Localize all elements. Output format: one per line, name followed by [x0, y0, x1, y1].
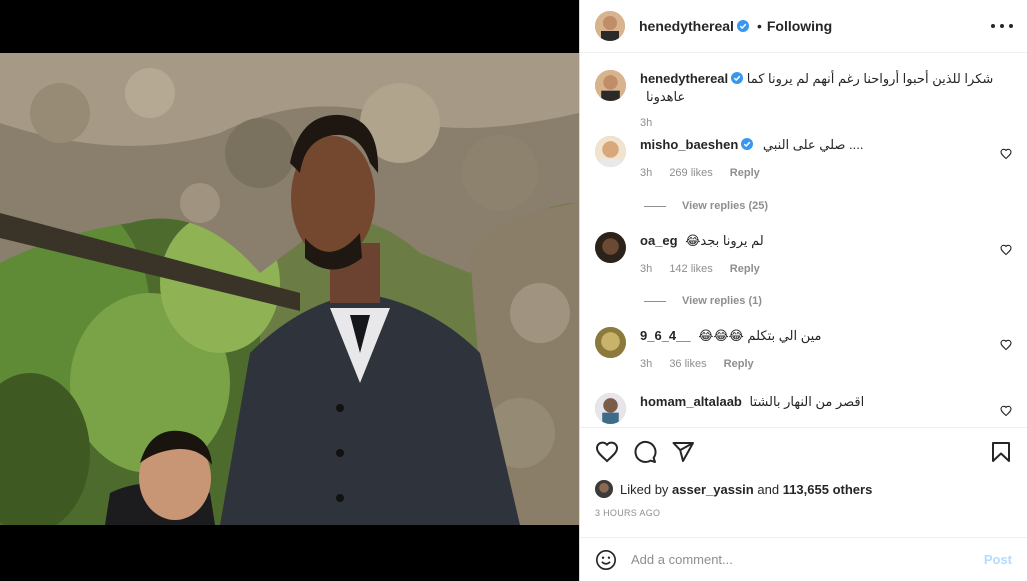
view-replies-label: View replies (25) [682, 200, 769, 212]
comment-likes[interactable]: 36 likes [669, 358, 706, 370]
reply-button[interactable]: Reply [724, 358, 754, 370]
comment-icon[interactable] [633, 440, 657, 464]
comment-username[interactable]: oa_eg [640, 233, 678, 248]
reply-button[interactable]: Reply [730, 263, 760, 275]
comment-input[interactable] [631, 552, 984, 567]
likes-count[interactable]: 113,655 others [783, 482, 873, 497]
caption-time: 3h [640, 117, 653, 129]
header-separator: • [756, 18, 762, 34]
more-options-icon[interactable] [991, 16, 1013, 36]
comment-username[interactable]: misho_baeshen [640, 137, 738, 152]
post-media-panel [0, 0, 579, 581]
commenter-avatar[interactable] [595, 327, 626, 358]
reply-button[interactable]: Reply [730, 167, 760, 179]
caption-body: henedythereal شكرا للذين أحبوا أرواحنا ر… [640, 70, 1012, 132]
likes-summary[interactable]: Liked by asser_yassin and 113,655 others [595, 480, 872, 498]
post-photo[interactable] [0, 53, 579, 525]
verified-badge-icon [741, 138, 754, 150]
comment-time: 3h [640, 263, 653, 275]
comment-row: oa_eg لم يرونا بجد😂 3h 142 likes Reply [595, 232, 1012, 282]
likes-middle: and [757, 481, 780, 497]
comment-text: لم يرونا بجد😂 [685, 233, 764, 248]
verified-badge-icon [731, 72, 744, 84]
comment-body: homam_altalaab اقصر من النهار بالشتا [640, 393, 982, 411]
comments-list[interactable]: henedythereal شكرا للذين أحبوا أرواحنا ر… [580, 53, 1027, 427]
photo-illustration [0, 53, 579, 525]
emoji-icon[interactable] [595, 549, 617, 571]
following-button[interactable]: Following [767, 18, 832, 34]
comment-row: 9_6_4__ مين الي بتكلم 😂😂😂 3h 36 likes Re… [595, 327, 1012, 377]
liker-avatar [595, 480, 613, 498]
view-replies-label: View replies (1) [682, 295, 762, 307]
author-avatar[interactable] [595, 11, 625, 41]
post-header: henedythereal • Following [580, 0, 1027, 53]
comment-body: 9_6_4__ مين الي بتكلم 😂😂😂 3h 36 likes Re… [640, 327, 982, 373]
comment-time: 3h [640, 167, 653, 179]
commenter-avatar[interactable] [595, 232, 626, 263]
heart-icon[interactable] [1000, 148, 1012, 160]
post-actions: Liked by asser_yassin and 113,655 others… [580, 427, 1027, 537]
heart-icon[interactable] [595, 440, 619, 464]
heart-icon[interactable] [1000, 339, 1012, 351]
author-avatar[interactable] [595, 70, 626, 101]
author-username[interactable]: henedythereal [639, 18, 734, 34]
comment-likes[interactable]: 269 likes [669, 167, 712, 179]
comment-meta: 3h 269 likes Reply [640, 164, 982, 182]
likes-user[interactable]: asser_yassin [672, 482, 754, 497]
verified-badge-icon [736, 20, 749, 32]
comment-text: مين الي بتكلم 😂😂😂 [698, 328, 822, 343]
comment-time: 3h [640, 358, 653, 370]
post-side-panel: henedythereal • Following henedythereal … [579, 0, 1027, 581]
comment-meta: 3h 36 likes Reply [640, 355, 982, 373]
comment-body: misho_baeshen .... صلي على النبي 3h 269 … [640, 136, 982, 182]
add-comment-bar: Post [580, 537, 1027, 581]
post-button[interactable]: Post [984, 552, 1012, 567]
heart-icon[interactable] [1000, 405, 1012, 417]
caption-meta: 3h [640, 114, 1012, 132]
likes-prefix: Liked by [620, 481, 669, 497]
share-icon[interactable] [671, 440, 695, 464]
post-timestamp: 3 HOURS AGO [595, 508, 661, 518]
bookmark-icon[interactable] [989, 440, 1013, 464]
comment-likes[interactable]: 142 likes [669, 263, 712, 275]
comment-meta: 3h 142 likes Reply [640, 260, 982, 278]
comment-text: اقصر من النهار بالشتا [749, 394, 865, 409]
comment-body: oa_eg لم يرونا بجد😂 3h 142 likes Reply [640, 232, 982, 278]
caption-row: henedythereal شكرا للذين أحبوا أرواحنا ر… [595, 70, 1012, 129]
comment-username[interactable]: 9_6_4__ [640, 328, 691, 343]
action-icons [595, 440, 695, 464]
commenter-avatar[interactable] [595, 393, 626, 424]
comment-row: misho_baeshen .... صلي على النبي 3h 269 … [595, 136, 1012, 186]
heart-icon[interactable] [1000, 244, 1012, 256]
comment-text: .... صلي على النبي [762, 137, 864, 152]
view-replies-button[interactable]: View replies (25) [644, 200, 768, 212]
view-replies-button[interactable]: View replies (1) [644, 295, 762, 307]
caption-username[interactable]: henedythereal [640, 71, 728, 86]
commenter-avatar[interactable] [595, 136, 626, 167]
comment-row: homam_altalaab اقصر من النهار بالشتا [595, 393, 1012, 427]
comment-username[interactable]: homam_altalaab [640, 394, 742, 409]
